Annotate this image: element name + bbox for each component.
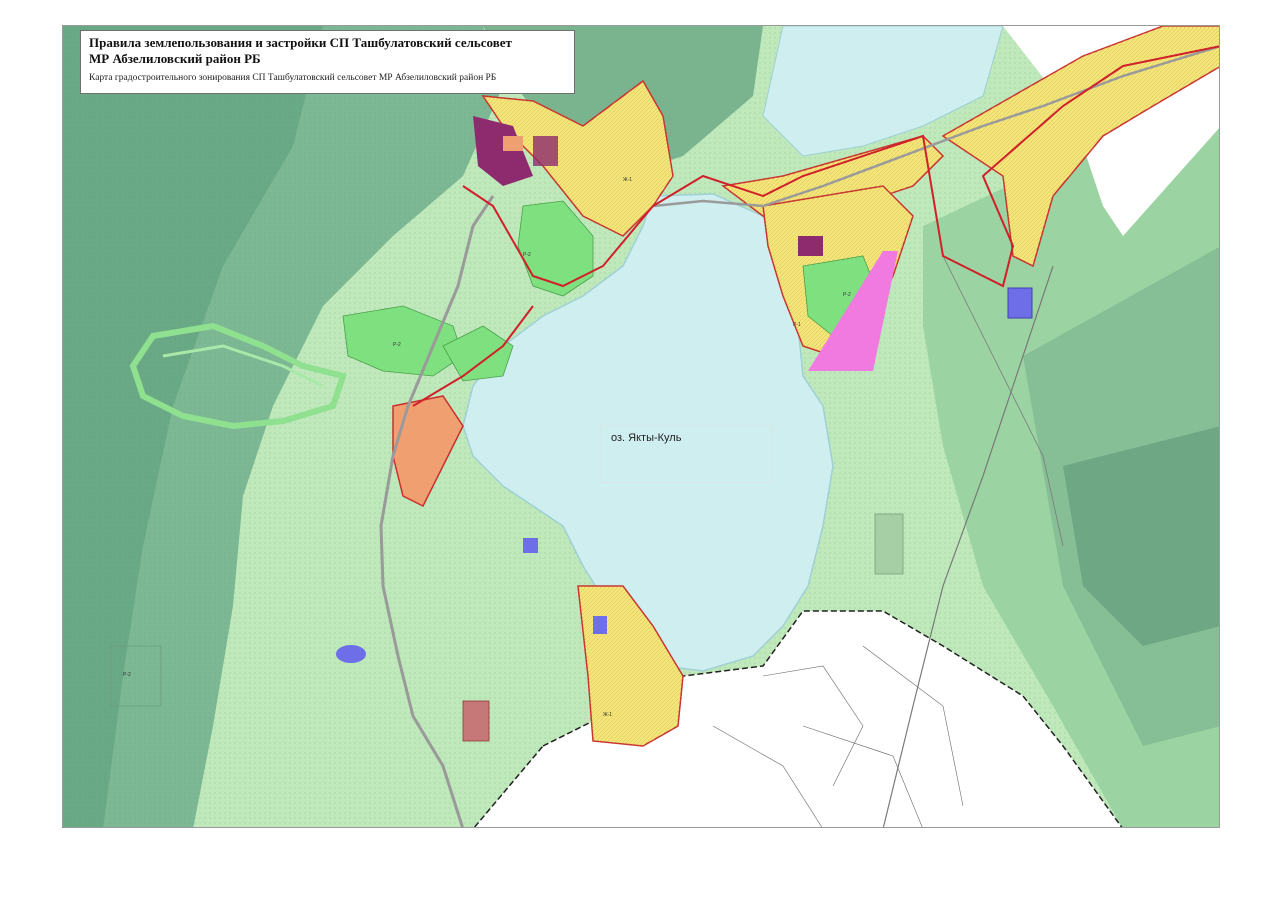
svg-text:Ж-1: Ж-1 xyxy=(603,712,612,718)
svg-text:Р-2: Р-2 xyxy=(843,292,851,298)
small-pond xyxy=(336,645,366,663)
svg-text:Р-2: Р-2 xyxy=(123,672,131,678)
map-subtitle: Карта градостроительного зонирования СП … xyxy=(89,73,497,83)
lake-label: оз. Якты-Куль xyxy=(611,432,682,444)
map-title-line-1: Правила землепользования и застройки СП … xyxy=(89,35,512,50)
svg-text:Р-2: Р-2 xyxy=(523,252,531,258)
svg-text:Ж-1: Ж-1 xyxy=(623,177,632,183)
svg-text:Р-1: Р-1 xyxy=(793,322,801,328)
svg-text:Р-2: Р-2 xyxy=(393,342,401,348)
map-title-line-2: МР Абзелиловский район РБ xyxy=(89,51,261,66)
lake-label-box: оз. Якты-Куль xyxy=(600,425,773,483)
map-title-box: Правила землепользования и застройки СП … xyxy=(80,30,575,94)
water-facility xyxy=(1007,287,1033,319)
